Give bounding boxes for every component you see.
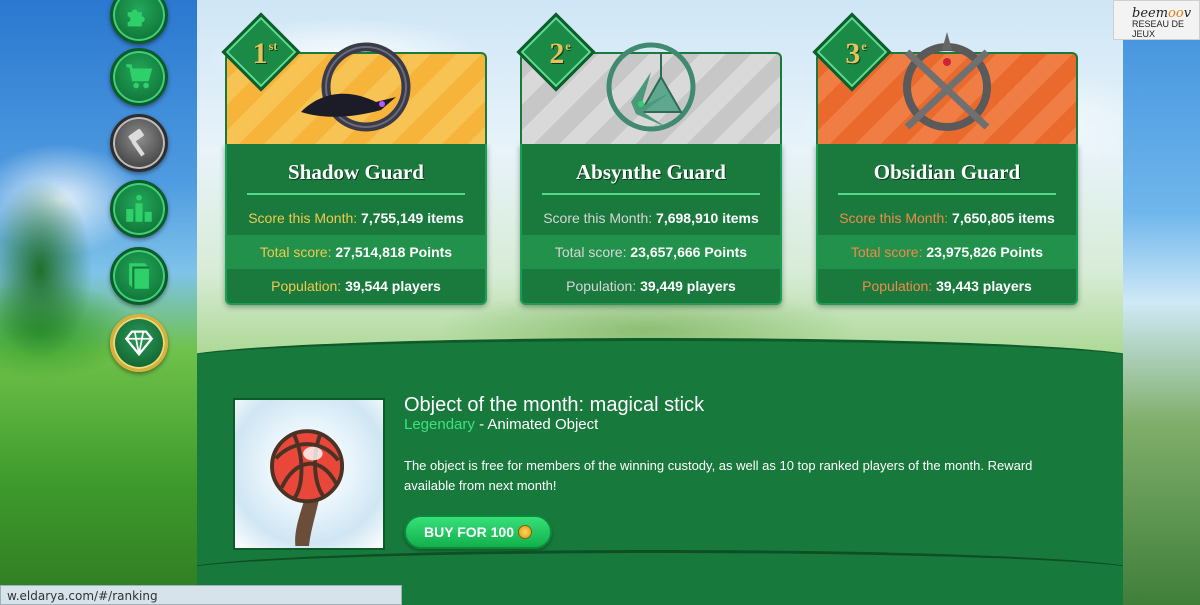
coin-icon [518, 525, 532, 539]
obsidian-guard-emblem-icon [903, 32, 991, 131]
sidebar-item-ranking[interactable] [110, 180, 168, 238]
sidebar-item-book[interactable] [110, 247, 168, 305]
total-score-row: Total score: 27,514,818 Points [227, 235, 485, 269]
guard-card-header: 3e [812, 12, 1078, 144]
sidebar-item-auction[interactable] [110, 114, 168, 172]
magical-stick-icon [270, 429, 345, 547]
diamond-icon [124, 330, 154, 357]
book-icon [129, 263, 149, 289]
population-row: Population: 39,443 players [862, 278, 1032, 294]
rank-label: 1st [252, 37, 278, 70]
cart-icon [126, 64, 153, 89]
month-score-row: Score this Month: 7,755,149 items [248, 210, 464, 226]
population-row: Population: 39,544 players [271, 278, 441, 294]
total-score-row: Total score: 23,975,826 Points [818, 235, 1076, 269]
tree-decoration [0, 150, 120, 450]
object-type: - Animated Object [474, 416, 599, 433]
sidebar-item-shop[interactable] [110, 48, 168, 106]
guard-name: Absynthe Guard [576, 160, 726, 184]
guard-name: Obsidian Guard [873, 160, 1021, 184]
puzzle-icon [127, 9, 145, 27]
sidebar-item-diamond[interactable] [110, 314, 168, 372]
divider [838, 193, 1056, 195]
guard-card-header: 2e [516, 12, 782, 144]
object-of-the-month-panel: Object of the month: magical stick Legen… [197, 338, 1123, 605]
shadow-guard-emblem-icon [301, 42, 411, 132]
guard-card-body: Shadow Guard Score this Month: 7,755,149… [225, 144, 487, 305]
divider [542, 193, 760, 195]
rank-label: 3e [845, 37, 867, 70]
guard-card-3: 3e Obsidian Guard Score this Month: 7,65… [812, 12, 1078, 305]
month-score-row: Score this Month: 7,698,910 items [543, 210, 759, 226]
object-image [233, 398, 385, 550]
population-row: Population: 39,449 players [566, 278, 736, 294]
background-scenery-right [1122, 0, 1200, 605]
beemoov-network-badge[interactable]: beemoov RESEAU DE JEUX [1113, 0, 1200, 40]
beemoov-logo: beemoov [1132, 6, 1192, 21]
gavel-icon [128, 128, 145, 157]
rarity-label: Legendary [404, 416, 475, 433]
total-score-row: Total score: 23,657,666 Points [522, 235, 780, 269]
guard-card-body: Obsidian Guard Score this Month: 7,650,8… [816, 144, 1078, 305]
object-description: The object is free for members of the wi… [404, 458, 1033, 493]
guard-card-2: 2e Absynthe Guard Score this Month: 7,69… [516, 12, 782, 305]
beemoov-tagline: RESEAU DE JEUX [1132, 19, 1185, 39]
background-scenery-left [0, 0, 200, 605]
ranking-panel: 1st Shadow Guard Score this Month: 7,755… [197, 0, 1123, 605]
divider [247, 193, 465, 195]
buy-button-label: BUY FOR 100 [424, 524, 514, 540]
rank-label: 2e [549, 37, 571, 70]
absynthe-guard-emblem-icon [606, 42, 696, 132]
guard-card-1: 1st Shadow Guard Score this Month: 7,755… [221, 12, 487, 305]
status-url: w.eldarya.com/#/ranking [7, 589, 158, 603]
object-subtitle: Legendary - Animated Object [404, 416, 598, 433]
guard-name: Shadow Guard [288, 160, 424, 184]
month-score-row: Score this Month: 7,650,805 items [839, 210, 1055, 226]
object-title: Object of the month: magical stick [404, 394, 705, 416]
buy-button[interactable]: BUY FOR 100 [404, 515, 552, 549]
guard-card-body: Absynthe Guard Score this Month: 7,698,9… [520, 144, 782, 305]
guard-card-header: 1st [221, 12, 487, 144]
browser-status-bar: w.eldarya.com/#/ranking [0, 585, 402, 605]
podium-icon [126, 194, 152, 222]
